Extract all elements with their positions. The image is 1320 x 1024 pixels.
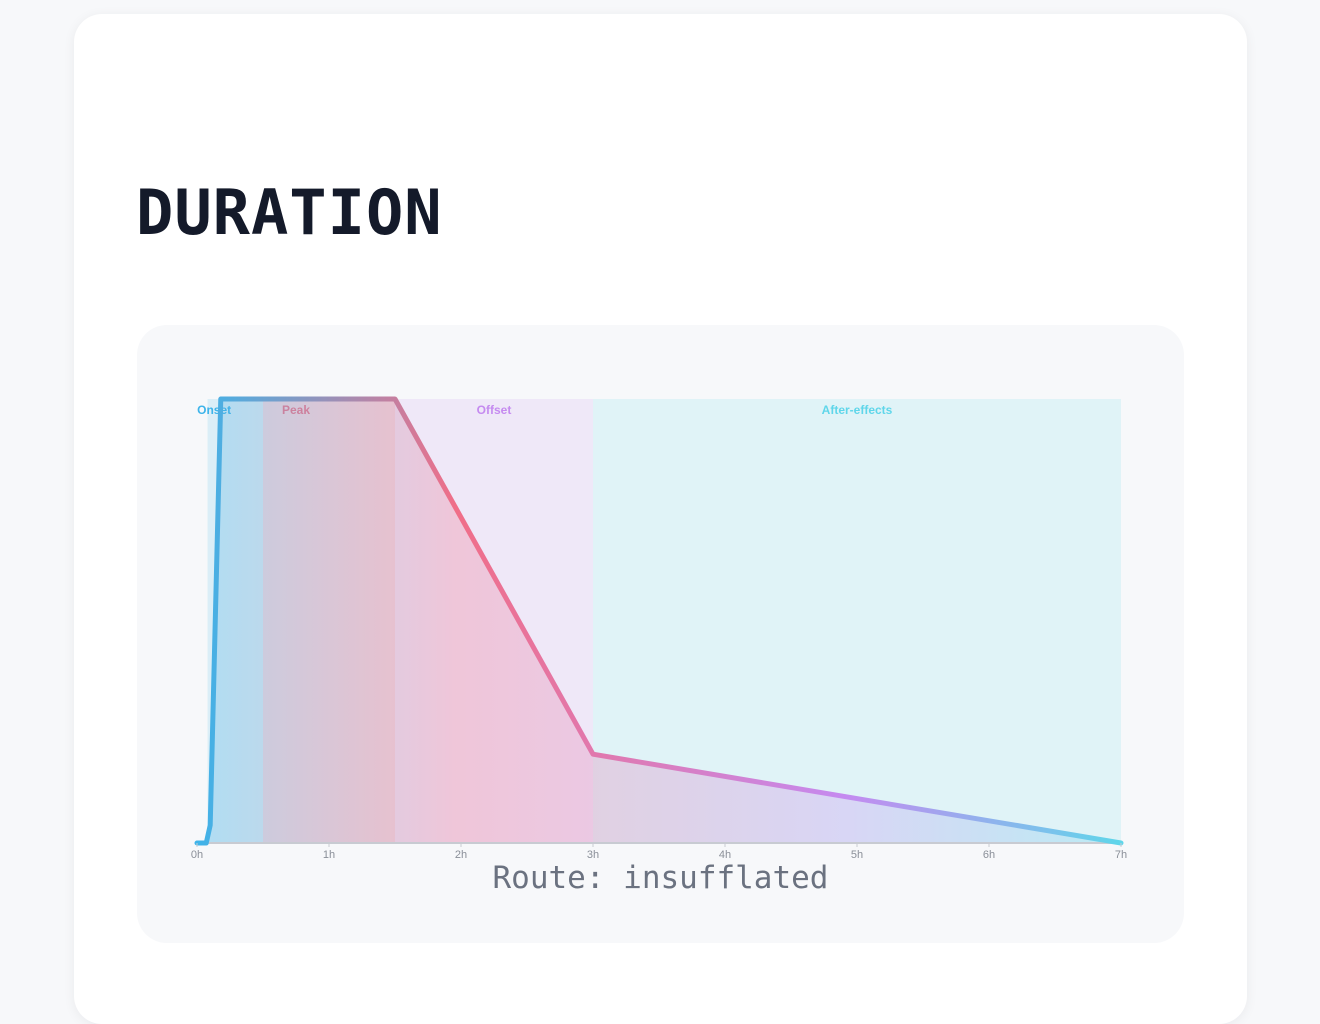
route-label: Route: insufflated xyxy=(492,860,829,896)
section-title: DURATION xyxy=(136,176,443,249)
duration-chart: OnsetPeakOffsetAfter-effects0h1h2h3h4h5h… xyxy=(191,396,1127,861)
duration-card: DURATION OnsetPeakOffsetAfter-effects0h1… xyxy=(74,14,1247,1024)
duration-chart-panel: OnsetPeakOffsetAfter-effects0h1h2h3h4h5h… xyxy=(137,325,1184,943)
phase-label-offset: Offset xyxy=(477,403,512,417)
phase-label-after-effects: After-effects xyxy=(822,403,893,417)
